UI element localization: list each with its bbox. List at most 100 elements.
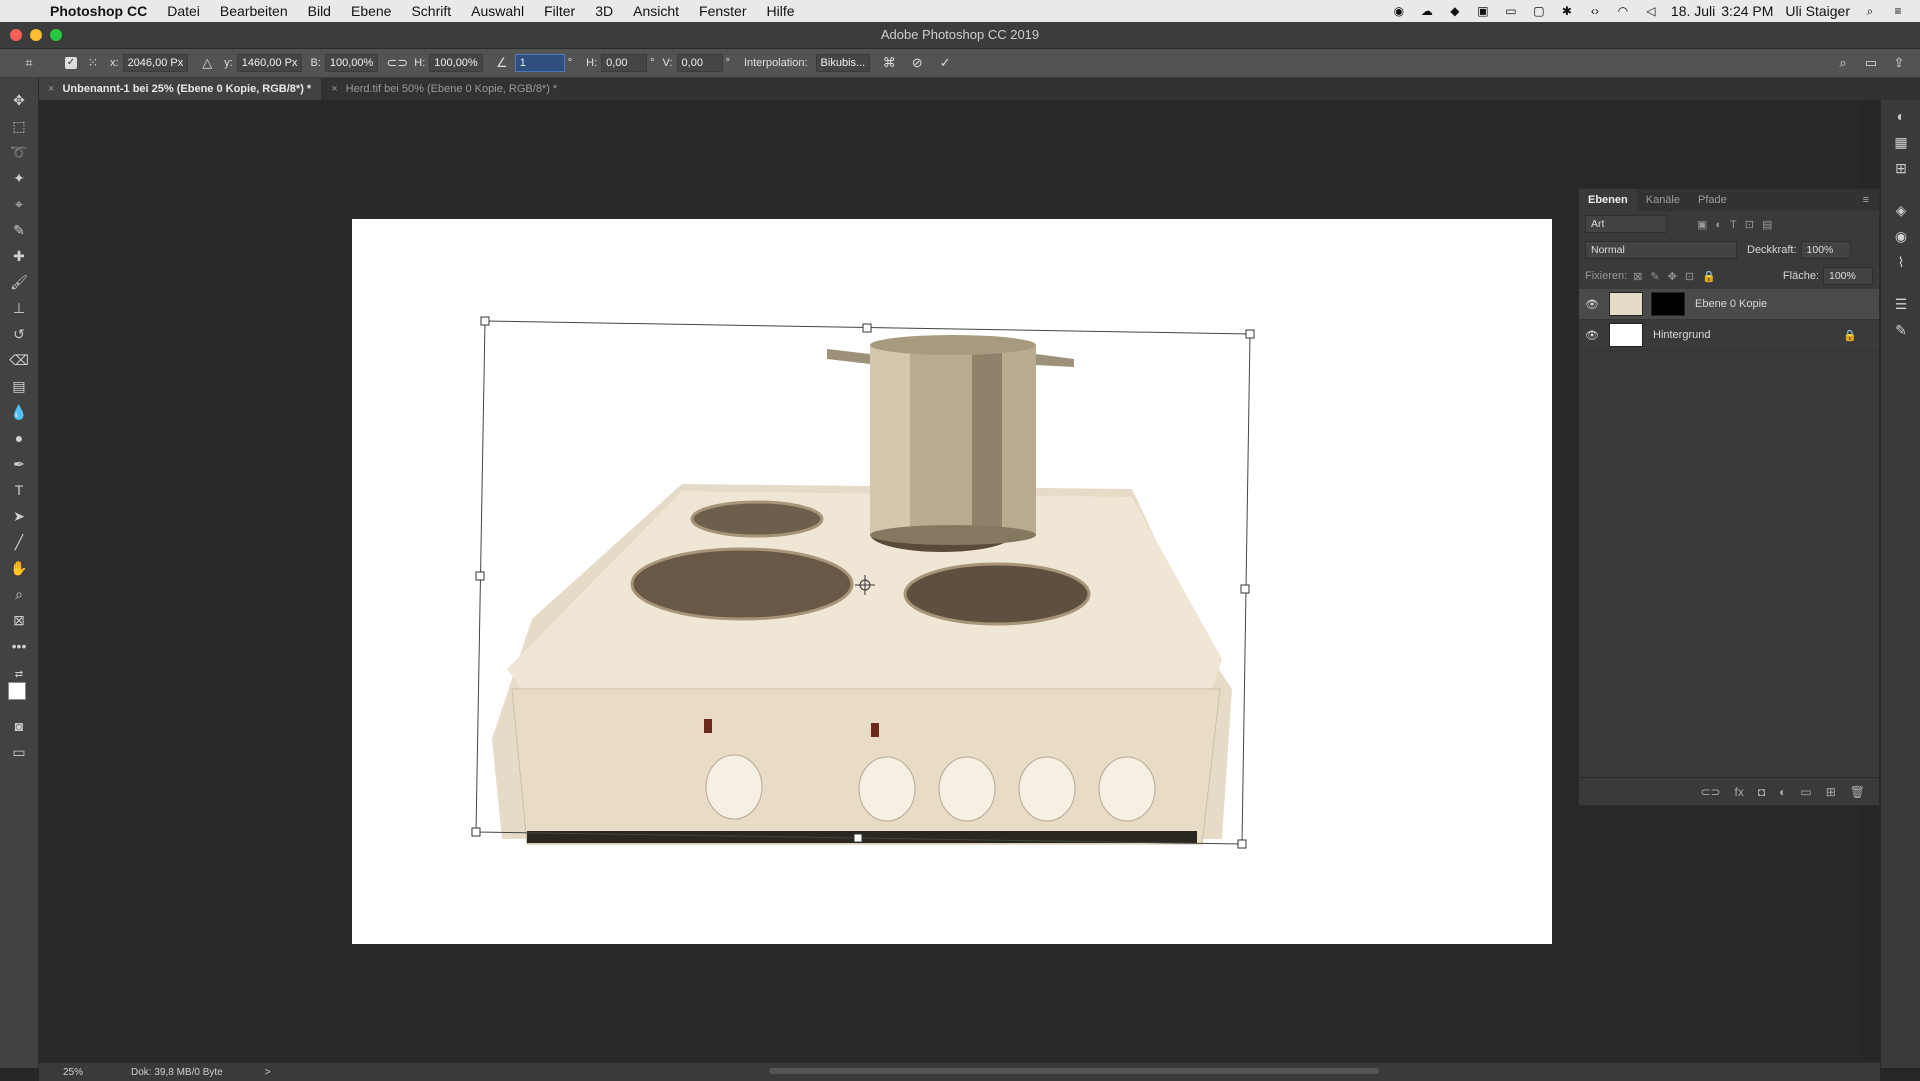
- code-icon[interactable]: ‹›: [1587, 4, 1603, 18]
- menu-ebene[interactable]: Ebene: [341, 3, 401, 19]
- reference-point-checkbox[interactable]: ✓: [62, 54, 80, 72]
- layers-panel-icon[interactable]: ◈: [1891, 200, 1911, 220]
- menu-datei[interactable]: Datei: [157, 3, 210, 19]
- crop-tool-icon[interactable]: ⌖: [9, 194, 29, 214]
- document-canvas[interactable]: [352, 219, 1552, 944]
- layer-style-icon[interactable]: fx: [1735, 785, 1744, 799]
- brush-tool-icon[interactable]: 🖌: [9, 272, 29, 292]
- quick-mask-icon[interactable]: ◙: [9, 716, 29, 736]
- menu-bearbeiten[interactable]: Bearbeiten: [210, 3, 298, 19]
- magic-wand-icon[interactable]: ✦: [9, 168, 29, 188]
- horizontal-scrollbar[interactable]: [769, 1068, 1379, 1074]
- close-tab-icon[interactable]: ×: [331, 83, 337, 95]
- search-icon[interactable]: ⌕: [1834, 54, 1852, 72]
- height-field[interactable]: 100,00%: [429, 54, 483, 72]
- x-position-field[interactable]: 2046,00 Px: [122, 54, 189, 72]
- volume-icon[interactable]: ◁: [1643, 4, 1659, 18]
- tab-ebenen[interactable]: Ebenen: [1579, 189, 1637, 211]
- eyedropper-icon[interactable]: ✎: [9, 220, 29, 240]
- color-panel-icon[interactable]: ◐: [1891, 106, 1911, 126]
- reference-point-grid-icon[interactable]: ⁙: [84, 54, 102, 72]
- menu-app-name[interactable]: Photoshop CC: [40, 3, 157, 19]
- record-icon[interactable]: ◉: [1391, 4, 1407, 18]
- layer-filter-icons[interactable]: ▣◐T⊡▤: [1697, 218, 1780, 231]
- adjustment-layer-icon[interactable]: ◐: [1779, 785, 1786, 799]
- y-position-field[interactable]: 1460,00 Px: [236, 54, 303, 72]
- tab-kanaele[interactable]: Kanäle: [1637, 189, 1689, 211]
- dodge-tool-icon[interactable]: ●: [9, 428, 29, 448]
- workspace-icon[interactable]: ▭: [1862, 54, 1880, 72]
- screen-icon[interactable]: ▭: [1503, 4, 1519, 18]
- layer-filter-input[interactable]: Art: [1585, 215, 1667, 233]
- more-tools-icon[interactable]: •••: [9, 636, 29, 656]
- pen-tool-icon[interactable]: ✒: [9, 454, 29, 474]
- lock-options-icons[interactable]: ⊠✎✥⊡🔒: [1633, 270, 1724, 283]
- link-layers-icon[interactable]: ⊂⊃: [1700, 785, 1720, 799]
- eye-icon[interactable]: 👁: [1579, 329, 1605, 342]
- share-icon[interactable]: ⇪: [1890, 54, 1908, 72]
- dropbox-icon[interactable]: ◆: [1447, 4, 1463, 18]
- layer-name[interactable]: Ebene 0 Kopie: [1695, 298, 1767, 310]
- menu-fenster[interactable]: Fenster: [689, 3, 756, 19]
- menu-3d[interactable]: 3D: [585, 3, 623, 19]
- frame-tool-icon[interactable]: ⊠: [9, 610, 29, 630]
- rotate-angle-field[interactable]: 1: [514, 54, 565, 72]
- window-close-button[interactable]: [10, 29, 22, 41]
- hskew-field[interactable]: 0,00: [601, 54, 648, 72]
- creative-cloud-icon[interactable]: ☁: [1419, 4, 1435, 18]
- foreground-color-swatch[interactable]: [8, 682, 26, 700]
- lasso-tool-icon[interactable]: ➰: [9, 142, 29, 162]
- layer-mask-thumbnail[interactable]: [1651, 292, 1685, 316]
- menu-schrift[interactable]: Schrift: [401, 3, 461, 19]
- tab-herd[interactable]: × Herd.tif bei 50% (Ebene 0 Kopie, RGB/8*…: [321, 78, 567, 100]
- close-tab-icon[interactable]: ×: [48, 83, 54, 95]
- paths-panel-icon[interactable]: ⌇: [1891, 252, 1911, 272]
- path-select-icon[interactable]: ➤: [9, 506, 29, 526]
- blur-tool-icon[interactable]: 💧: [9, 402, 29, 422]
- wifi-icon[interactable]: ◠: [1615, 4, 1631, 18]
- cancel-transform-icon[interactable]: ⊘: [908, 54, 926, 72]
- window-zoom-button[interactable]: [50, 29, 62, 41]
- eraser-icon[interactable]: ⌫: [9, 350, 29, 370]
- width-field[interactable]: 100,00%: [324, 54, 379, 72]
- stamp-tool-icon[interactable]: ⊥: [9, 298, 29, 318]
- transform-tool-icon[interactable]: ⌗: [20, 54, 38, 72]
- link-aspect-icon[interactable]: ⊂⊃: [386, 54, 408, 72]
- tab-unbenannt-1[interactable]: × Unbenannt-1 bei 25% (Ebene 0 Kopie, RGB…: [38, 78, 322, 100]
- layer-row[interactable]: 👁 Hintergrund 🔒: [1579, 320, 1879, 351]
- status-menu-arrow[interactable]: >: [265, 1067, 271, 1078]
- new-group-icon[interactable]: ▭: [1800, 785, 1811, 799]
- zoom-tool-icon[interactable]: ⌕: [9, 584, 29, 604]
- adjustments-panel-icon[interactable]: ⊞: [1891, 158, 1911, 178]
- healing-brush-icon[interactable]: ✚: [9, 246, 29, 266]
- notification-list-icon[interactable]: ≡: [1890, 4, 1906, 18]
- spotlight-search-icon[interactable]: ⌕: [1862, 4, 1878, 18]
- zoom-level[interactable]: 25%: [63, 1067, 83, 1078]
- layer-name[interactable]: Hintergrund: [1653, 329, 1710, 341]
- move-tool-icon[interactable]: ✥: [9, 90, 29, 110]
- gradient-icon[interactable]: ▤: [9, 376, 29, 396]
- bluetooth-icon[interactable]: ✱: [1559, 4, 1575, 18]
- menu-filter[interactable]: Filter: [534, 3, 585, 19]
- window-minimize-button[interactable]: [30, 29, 42, 41]
- libraries-panel-icon[interactable]: ▦: [1891, 132, 1911, 152]
- menu-hilfe[interactable]: Hilfe: [757, 3, 805, 19]
- relative-position-icon[interactable]: △: [198, 54, 216, 72]
- swap-colors-icon[interactable]: ⇄: [9, 664, 29, 684]
- tab-pfade[interactable]: Pfade: [1689, 189, 1736, 211]
- screen-mode-icon[interactable]: ▭: [9, 742, 29, 762]
- add-mask-icon[interactable]: ◘: [1758, 785, 1765, 799]
- properties-panel-icon[interactable]: ☰: [1891, 294, 1911, 314]
- brush-settings-icon[interactable]: ✎: [1891, 320, 1911, 340]
- interpolation-select[interactable]: Bikubis...: [815, 54, 871, 72]
- vskew-field[interactable]: 0,00: [676, 54, 723, 72]
- hand-tool-icon[interactable]: ✋: [9, 558, 29, 578]
- delete-layer-icon[interactable]: 🗑: [1850, 785, 1865, 799]
- layer-row[interactable]: 👁 Ebene 0 Kopie: [1579, 289, 1879, 320]
- type-tool-icon[interactable]: T: [9, 480, 29, 500]
- lock-icon[interactable]: 🔒: [1843, 329, 1857, 342]
- warp-mode-icon[interactable]: ⌘: [880, 54, 898, 72]
- eye-icon[interactable]: 👁: [1579, 298, 1605, 311]
- fill-field[interactable]: 100%: [1823, 267, 1873, 285]
- menu-auswahl[interactable]: Auswahl: [461, 3, 534, 19]
